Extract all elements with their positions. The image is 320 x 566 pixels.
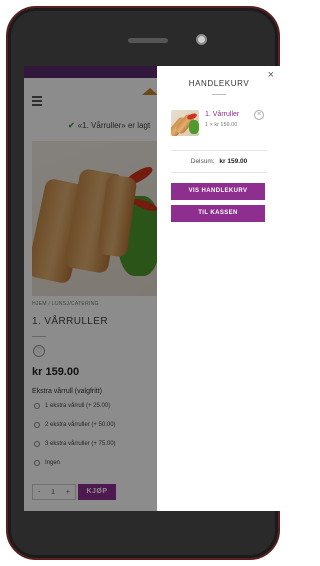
subtotal-label: Delsum: (190, 158, 215, 165)
cart-item-image[interactable] (171, 110, 199, 136)
phone-screen: ✔ «1. Vårruller» er lagt HJEM / LUNSJ/CAT… (24, 66, 281, 511)
checkout-button[interactable]: TIL KASSEN (171, 205, 265, 222)
divider (171, 172, 267, 173)
divider (171, 150, 267, 151)
cart-title-divider (212, 94, 226, 95)
remove-item-icon[interactable]: × (254, 110, 264, 120)
subtotal-value: kr 159.00 (219, 158, 248, 165)
cart-title: HANDLEKURV (188, 79, 250, 88)
cart-drawer: × HANDLEKURV 1. Vårruller 1 × kr 159.00 … (157, 66, 281, 511)
cart-item-quantity: 1 × kr 159.00 (205, 122, 238, 128)
cart-item-name[interactable]: 1. Vårruller (205, 111, 239, 118)
front-camera (196, 34, 207, 45)
speaker-grille (128, 38, 168, 43)
view-cart-button[interactable]: VIS HANDLEKURV (171, 183, 265, 200)
cart-subtotal: Delsum: kr 159.00 (157, 158, 281, 165)
